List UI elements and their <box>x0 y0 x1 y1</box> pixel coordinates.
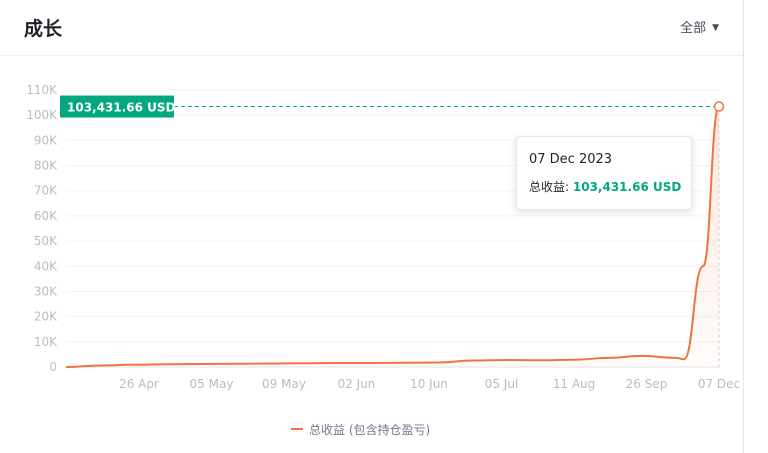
x-tick-label: 05 May <box>190 377 234 391</box>
y-tick-label: 110K <box>26 83 58 97</box>
y-tick-label: 0 <box>49 360 57 374</box>
chart-tooltip: 07 Dec 2023 总收益: 103,431.66 USD <box>516 136 692 210</box>
y-tick-label: 20K <box>34 310 58 324</box>
range-filter-dropdown[interactable]: 全部 ▼ <box>680 17 719 36</box>
current-value-badge-text: 103,431.66 USD <box>67 101 175 115</box>
x-tick-label: 02 Jun <box>338 377 376 391</box>
tooltip-date: 07 Dec 2023 <box>529 152 613 167</box>
x-tick-label: 05 Jul <box>485 377 519 391</box>
y-tick-label: 90K <box>34 133 58 147</box>
y-tick-label: 40K <box>34 259 58 273</box>
chart-legend[interactable]: 总收益 (包含持仓盈亏) <box>291 421 430 438</box>
x-tick-label: 09 May <box>262 377 306 391</box>
x-tick-label: 11 Aug <box>553 377 596 391</box>
tooltip-label: 总收益: <box>529 180 570 194</box>
x-tick-label: 10 Jun <box>410 377 448 391</box>
range-filter-label: 全部 <box>680 21 707 36</box>
current-value-point[interactable] <box>713 101 725 112</box>
legend-swatch <box>291 428 303 430</box>
x-tick-label: 07 Dec <box>698 377 740 391</box>
x-tick-label: 26 Sep <box>626 377 668 391</box>
y-tick-label: 10K <box>34 335 58 349</box>
y-tick-label: 70K <box>34 184 58 198</box>
growth-card: 成长 全部 ▼ 0 10K 20K 30K 40K 50K 60K 70K 80K 90K 100K 1… <box>0 0 744 453</box>
tooltip-line: 总收益: 103,431.66 USD <box>529 178 682 195</box>
x-tick-label: 26 Apr <box>119 377 159 391</box>
y-tick-label: 60K <box>34 209 58 223</box>
y-tick-label: 30K <box>34 284 58 298</box>
legend-label: 总收益 (包含持仓盈亏) <box>309 423 431 437</box>
page-title: 成长 <box>24 18 63 40</box>
tooltip-value: 103,431.66 USD <box>572 180 682 194</box>
growth-chart[interactable]: 0 10K 20K 30K 40K 50K 60K 70K 80K 90K 100K 110K 26 A… <box>0 56 743 416</box>
y-tick-label: 100K <box>26 108 58 122</box>
card-header: 成长 全部 ▼ <box>0 0 743 56</box>
caret-down-icon: ▼ <box>712 23 719 33</box>
y-tick-label: 50K <box>34 234 58 248</box>
y-tick-label: 80K <box>34 159 58 173</box>
